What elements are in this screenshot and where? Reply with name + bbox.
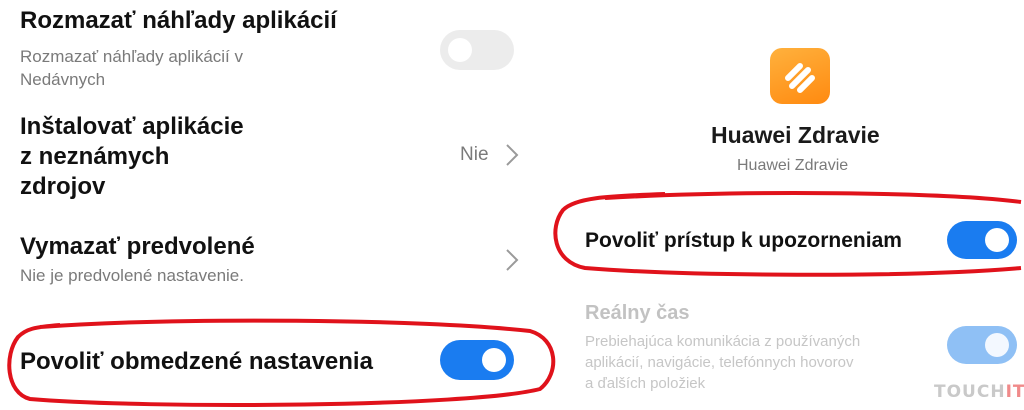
row-title: Povoliť prístup k upozorneniam — [585, 229, 902, 252]
blur-previews-toggle[interactable] — [440, 30, 514, 70]
watermark: TOUCHIT — [934, 382, 1024, 402]
realtime-toggle — [947, 326, 1017, 364]
app-package: Huawei Zdravie — [737, 157, 849, 174]
row-title: Rozmazať náhľady aplikácií — [20, 7, 337, 34]
row-subtitle: Nie je predvolené nastavenie. — [20, 266, 244, 285]
row-title: Vymazať predvolené — [20, 233, 255, 260]
toggle-knob — [985, 228, 1009, 252]
row-title-cont: z neznámych — [20, 143, 170, 170]
row-subtitle: Rozmazať náhľady aplikácií v — [20, 47, 243, 66]
toggle-knob — [448, 38, 472, 62]
restricted-settings-toggle[interactable] — [440, 340, 514, 380]
row-desc-cont: aplikácií, navigácie, telefónnych hovoro… — [585, 354, 854, 371]
row-desc-cont: a ďalších položiek — [585, 375, 706, 392]
toggle-knob — [985, 333, 1009, 357]
chevron-right-icon — [506, 144, 519, 166]
row-desc: Prebiehajúca komunikácia z používaných — [585, 333, 861, 350]
row-title: Inštalovať aplikácie — [20, 113, 244, 140]
row-title: Reálny čas — [585, 302, 690, 324]
row-subtitle-cont: Nedávnych — [20, 70, 106, 89]
chevron-right-icon — [506, 249, 519, 271]
app-icon — [770, 48, 830, 104]
notification-access-toggle[interactable] — [947, 221, 1017, 259]
row-title-cont: zdrojov — [20, 173, 106, 200]
toggle-knob — [482, 348, 506, 372]
app-name: Huawei Zdravie — [711, 122, 880, 148]
row-value: Nie — [460, 144, 489, 165]
row-title: Povoliť obmedzené nastavenia — [20, 348, 373, 375]
health-icon — [785, 63, 815, 93]
